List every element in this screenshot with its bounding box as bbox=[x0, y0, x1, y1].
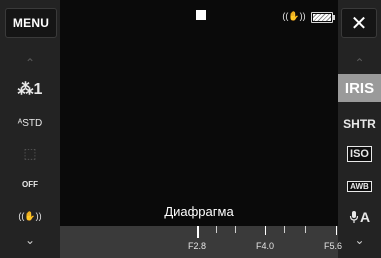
scale-tick bbox=[235, 226, 236, 233]
frame-button[interactable]: ⬚ bbox=[0, 145, 60, 161]
record-indicator bbox=[196, 10, 206, 20]
stabilizer-button[interactable]: ((✋)) bbox=[0, 208, 60, 224]
scale-label-f40: F4.0 bbox=[256, 241, 275, 251]
aperture-scale[interactable]: F2.8 F4.0 F5.6 bbox=[60, 226, 342, 258]
audio-button[interactable]: A bbox=[338, 208, 381, 226]
viewfinder bbox=[60, 0, 338, 258]
face-detect-icon: ⁂1 bbox=[17, 81, 43, 98]
left-scroll-up-icon[interactable]: ⌃ bbox=[0, 56, 60, 70]
mic-icon bbox=[349, 211, 359, 223]
iso-button[interactable]: ISO bbox=[338, 145, 381, 163]
scale-tick bbox=[216, 226, 217, 233]
face-detect-button[interactable]: ⁂1 bbox=[0, 80, 60, 98]
right-scroll-up-icon[interactable]: ⌃ bbox=[338, 56, 381, 70]
self-timer-off-icon: OFF bbox=[22, 179, 38, 189]
scale-tick bbox=[336, 226, 337, 235]
battery-icon bbox=[311, 12, 335, 23]
shutter-button[interactable]: SHTR bbox=[338, 116, 381, 132]
look-std-button[interactable]: ᴬSTD bbox=[0, 115, 60, 131]
menu-button[interactable]: MENU bbox=[5, 8, 57, 38]
aperture-current-tick bbox=[197, 226, 199, 238]
left-scroll-down-icon[interactable]: ⌄ bbox=[0, 233, 60, 247]
scale-tick bbox=[284, 226, 285, 233]
stabilizer-status-icon: ((✋)) bbox=[282, 10, 306, 21]
stabilizer-icon: ((✋)) bbox=[18, 210, 42, 221]
awb-button[interactable]: AWB bbox=[338, 178, 381, 194]
close-button[interactable]: ✕ bbox=[341, 8, 377, 38]
frame-icon: ⬚ bbox=[23, 144, 37, 161]
look-std-icon: ᴬSTD bbox=[17, 117, 43, 129]
battery-level bbox=[313, 14, 331, 21]
scale-label-f28: F2.8 bbox=[188, 241, 207, 251]
scale-label-f56: F5.6 bbox=[324, 241, 343, 251]
aperture-title: Диафрагма bbox=[164, 204, 234, 219]
scale-tick bbox=[305, 226, 306, 233]
iso-label: ISO bbox=[347, 146, 372, 162]
self-timer-off-button[interactable]: OFF bbox=[0, 174, 60, 194]
awb-label: AWB bbox=[347, 180, 372, 192]
iris-button[interactable]: IRIS bbox=[338, 78, 381, 98]
scale-tick bbox=[265, 226, 266, 235]
right-scroll-down-icon[interactable]: ⌄ bbox=[338, 233, 381, 247]
audio-mode-label: A bbox=[359, 209, 371, 225]
